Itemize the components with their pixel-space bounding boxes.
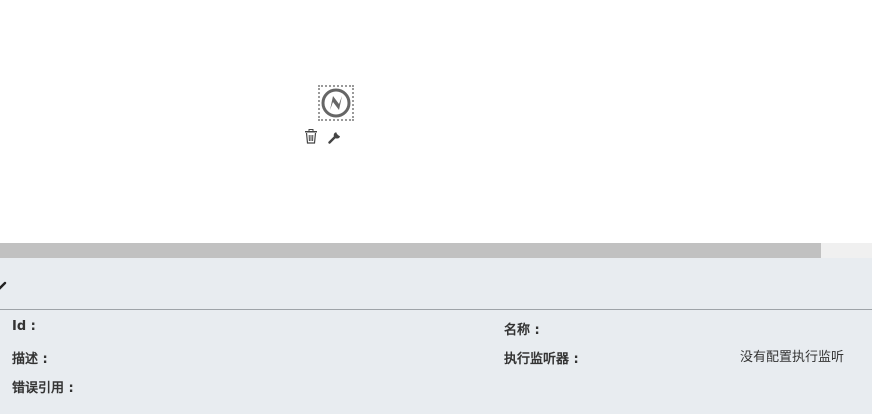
description-label: 描述 : [12, 352, 48, 367]
trash-icon [305, 128, 317, 144]
scrollbar-thumb[interactable] [0, 243, 821, 258]
execution-listeners-label: 执行监听器 : [504, 352, 579, 367]
error-reference-label: 错误引用 : [12, 381, 74, 396]
delete-node-button[interactable] [303, 128, 319, 144]
error-end-event-node[interactable] [318, 85, 354, 121]
properties-panel-header [0, 258, 872, 310]
horizontal-scrollbar[interactable] [0, 243, 872, 258]
properties-panel: Id : 名称 : 描述 : 执行监听器 : 没有配置执行监听 错误引用 : [0, 258, 872, 414]
id-label: Id : [12, 319, 36, 334]
diagram-canvas[interactable] [0, 0, 872, 243]
bolt-circle-icon [321, 88, 351, 118]
collapse-arrow-icon[interactable] [0, 280, 8, 292]
execution-listeners-value[interactable]: 没有配置执行监听 [740, 346, 844, 365]
configure-node-button[interactable] [327, 128, 343, 144]
name-label: 名称 : [504, 323, 540, 338]
wrench-icon [327, 131, 340, 144]
